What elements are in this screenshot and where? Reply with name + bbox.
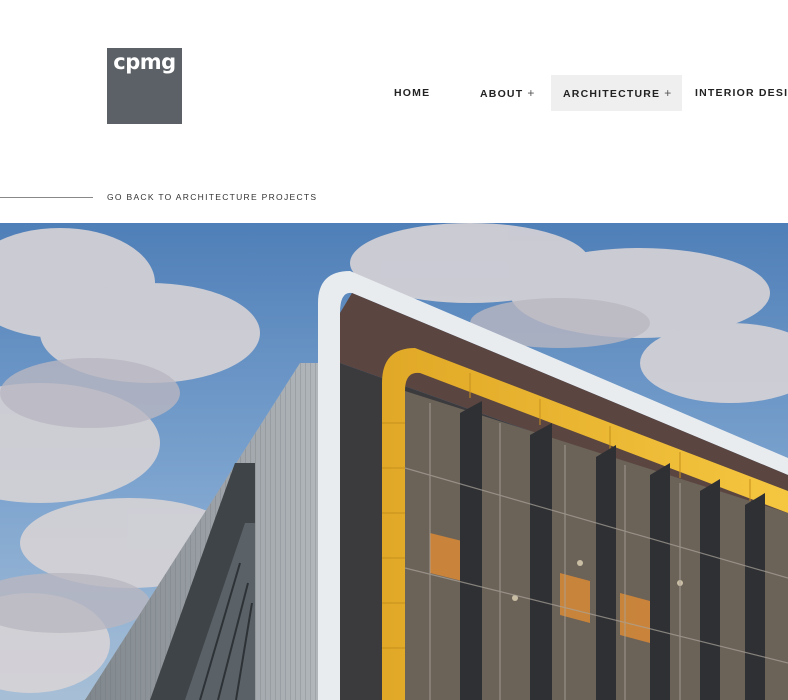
nav-item-interior-design-label: INTERIOR DESIG [695,87,788,99]
building-photo [0,223,788,700]
hero-image [0,223,788,700]
nav-item-architecture[interactable]: ARCHITECTURE + [551,75,683,111]
nav-item-home-label: HOME [394,87,431,99]
divider-line [0,197,93,198]
back-to-architecture-link[interactable]: GO BACK TO ARCHITECTURE PROJECTS [107,192,317,202]
plus-icon: + [664,86,673,100]
nav-item-home[interactable]: HOME [394,75,430,111]
nav-item-about[interactable]: ABOUT + [480,75,536,111]
logo-text: cpmg [113,50,176,74]
main-nav: HOME ABOUT + ARCHITECTURE + INTERIOR DESIG [0,75,788,111]
plus-icon: + [527,86,536,100]
nav-item-architecture-label: ARCHITECTURE [563,88,661,100]
nav-item-about-label: ABOUT [480,88,524,100]
back-nav: GO BACK TO ARCHITECTURE PROJECTS [0,192,788,204]
nav-item-interior-design[interactable]: INTERIOR DESIG [695,75,788,111]
